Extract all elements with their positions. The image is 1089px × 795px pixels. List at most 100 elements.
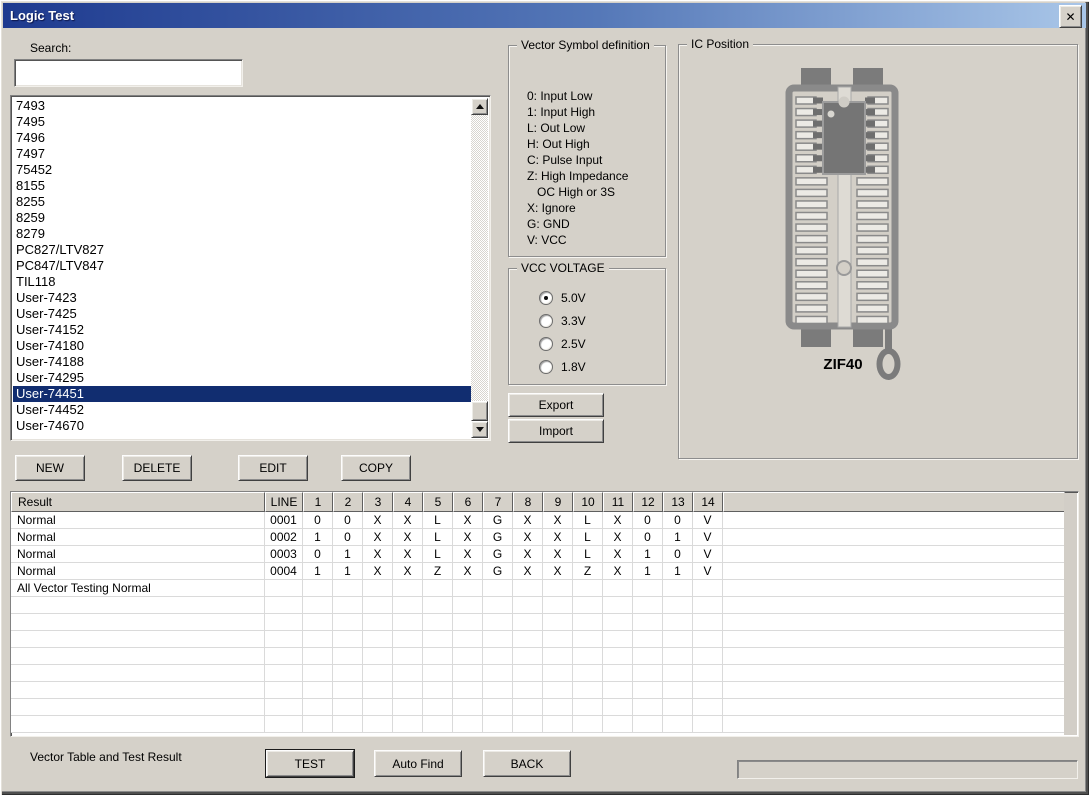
list-item[interactable]: User-74188: [13, 354, 471, 370]
list-item[interactable]: 7493: [13, 98, 471, 114]
list-item[interactable]: User-7423: [13, 290, 471, 306]
socket-label: ZIF40: [788, 356, 898, 373]
vector-cell: X: [363, 529, 393, 546]
vector-cell: [573, 614, 603, 631]
logic-test-dialog: Logic Test ✕ Search: 7493749574967497754…: [0, 0, 1089, 795]
vector-cell: [573, 631, 603, 648]
test-button[interactable]: TEST: [266, 750, 354, 777]
vcc-option-label: 2.5V: [561, 337, 586, 351]
copy-button[interactable]: COPY: [341, 455, 411, 481]
close-button[interactable]: ✕: [1059, 5, 1082, 28]
table-row: [11, 716, 1065, 733]
radio-icon[interactable]: [539, 360, 553, 374]
triangle-up-icon: [476, 104, 484, 109]
new-button[interactable]: NEW: [15, 455, 85, 481]
back-button[interactable]: BACK: [483, 750, 571, 777]
export-button[interactable]: Export: [508, 393, 604, 417]
search-input[interactable]: [14, 59, 243, 87]
filler-cell: [723, 682, 1065, 699]
list-item[interactable]: User-74451: [13, 386, 471, 402]
vector-symbol-lines: 0: Input Low1: Input HighL: Out LowH: Ou…: [527, 88, 628, 248]
result-cell: Normal: [11, 529, 265, 546]
ic-list[interactable]: 7493749574967497754528155825582598279PC8…: [10, 95, 491, 441]
vcc-option[interactable]: 5.0V: [539, 291, 586, 305]
vector-cell: 0: [333, 512, 363, 529]
list-item[interactable]: User-74452: [13, 402, 471, 418]
list-item[interactable]: User-74180: [13, 338, 471, 354]
column-header: 14: [693, 492, 723, 512]
list-item[interactable]: 8155: [13, 178, 471, 194]
list-item[interactable]: 7496: [13, 130, 471, 146]
list-item[interactable]: User-74295: [13, 370, 471, 386]
vector-cell: [543, 648, 573, 665]
vector-cell: [303, 665, 333, 682]
search-label: Search:: [30, 41, 71, 55]
vector-cell: [363, 699, 393, 716]
list-item[interactable]: 7497: [13, 146, 471, 162]
list-scrollbar[interactable]: [471, 98, 488, 438]
line-cell: [265, 631, 303, 648]
vector-cell: 0: [633, 529, 663, 546]
vector-cell: [333, 648, 363, 665]
close-icon: ✕: [1065, 10, 1075, 24]
table-row: [11, 648, 1065, 665]
vector-cell: [453, 614, 483, 631]
scroll-down-button[interactable]: [471, 421, 488, 438]
vector-cell: [303, 580, 333, 597]
scroll-up-button[interactable]: [471, 98, 488, 115]
vector-cell: [483, 682, 513, 699]
list-item[interactable]: User-74670: [13, 418, 471, 434]
vcc-option[interactable]: 2.5V: [539, 337, 586, 351]
list-item[interactable]: 8279: [13, 226, 471, 242]
column-header: 13: [663, 492, 693, 512]
delete-button[interactable]: DELETE: [122, 455, 192, 481]
vector-cell: [393, 716, 423, 733]
vector-symbol-line: 1: Input High: [527, 104, 628, 120]
vector-cell: [633, 648, 663, 665]
vector-cell: L: [573, 529, 603, 546]
scrollbar-track[interactable]: [471, 115, 488, 421]
column-header: LINE: [265, 492, 303, 512]
edit-button[interactable]: EDIT: [238, 455, 308, 481]
radio-icon[interactable]: [539, 291, 553, 305]
table-row: Normal000411XXZXGXXZX11V: [11, 563, 1065, 580]
vector-cell: [693, 699, 723, 716]
vector-cell: L: [423, 529, 453, 546]
auto-find-button[interactable]: Auto Find: [374, 750, 462, 777]
list-item[interactable]: User-74152: [13, 322, 471, 338]
vcc-option[interactable]: 1.8V: [539, 360, 586, 374]
vector-cell: [603, 597, 633, 614]
list-item[interactable]: 8255: [13, 194, 471, 210]
vector-cell: [333, 597, 363, 614]
result-cell: Normal: [11, 563, 265, 580]
list-item[interactable]: PC827/LTV827: [13, 242, 471, 258]
scrollbar-thumb[interactable]: [471, 401, 488, 421]
list-item[interactable]: 75452: [13, 162, 471, 178]
title-bar[interactable]: Logic Test ✕: [3, 3, 1086, 28]
import-button[interactable]: Import: [508, 419, 604, 443]
radio-icon[interactable]: [539, 337, 553, 351]
vector-cell: [693, 631, 723, 648]
column-header: Result: [11, 492, 265, 512]
vector-cell: [393, 665, 423, 682]
vector-cell: G: [483, 512, 513, 529]
result-cell: [11, 682, 265, 699]
list-item[interactable]: TIL118: [13, 274, 471, 290]
list-item[interactable]: 7495: [13, 114, 471, 130]
list-item[interactable]: PC847/LTV847: [13, 258, 471, 274]
vector-symbol-line: V: VCC: [527, 232, 628, 248]
vector-cell: 0: [633, 512, 663, 529]
table-row: [11, 665, 1065, 682]
list-item[interactable]: 8259: [13, 210, 471, 226]
filler-cell: [723, 563, 1065, 580]
radio-icon[interactable]: [539, 314, 553, 328]
vector-cell: X: [363, 546, 393, 563]
vector-symbol-line: 0: Input Low: [527, 88, 628, 104]
vector-cell: [393, 614, 423, 631]
vector-cell: [483, 597, 513, 614]
vector-cell: [453, 631, 483, 648]
vector-cell: [483, 648, 513, 665]
list-item[interactable]: User-7425: [13, 306, 471, 322]
vector-cell: [573, 682, 603, 699]
vcc-option[interactable]: 3.3V: [539, 314, 586, 328]
